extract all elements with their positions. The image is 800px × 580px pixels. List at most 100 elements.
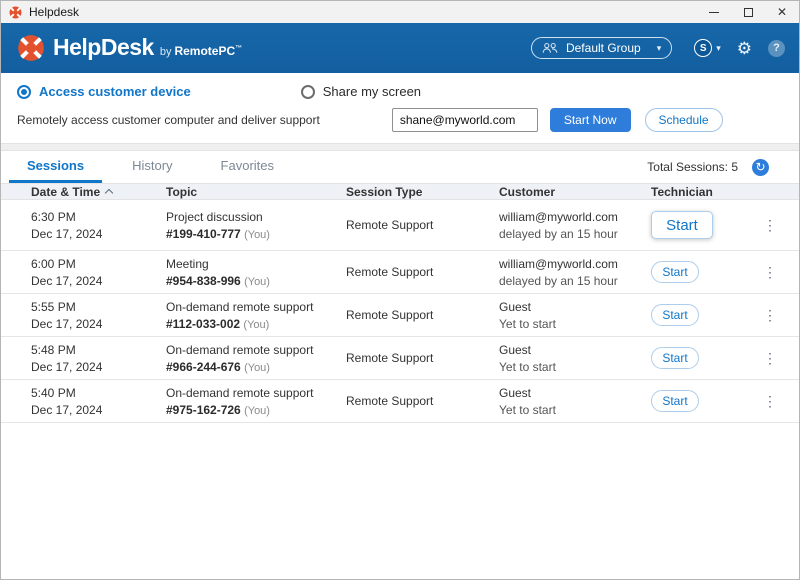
customer-status: Yet to start [499, 360, 651, 374]
start-session-button[interactable]: Start [651, 211, 713, 239]
share-screen-radio[interactable]: Share my screen [301, 84, 421, 99]
customer-name: Guest [499, 300, 651, 314]
customer-email-input[interactable] [392, 108, 538, 132]
cell-technician: Start [651, 304, 757, 326]
start-session-button[interactable]: Start [651, 390, 699, 412]
customer-status: delayed by an 15 hour [499, 227, 651, 241]
minimize-icon [709, 12, 719, 13]
cell-customer: william@myworld.com delayed by an 15 hou… [499, 257, 651, 288]
close-icon: ✕ [777, 6, 787, 18]
column-header-technician[interactable]: Technician [651, 185, 757, 199]
logo-by-text: by [160, 46, 172, 58]
start-session-button[interactable]: Start [651, 347, 699, 369]
row-menu-kebab-icon[interactable]: ⋮ [757, 215, 783, 235]
session-date: Dec 17, 2024 [31, 274, 166, 288]
access-customer-radio[interactable]: Access customer device [17, 84, 191, 99]
maximize-button[interactable] [731, 1, 765, 23]
column-header-topic[interactable]: Topic [166, 185, 346, 199]
user-menu[interactable]: S ▾ [694, 39, 721, 57]
session-owner: (You) [244, 362, 270, 374]
window-title: Helpdesk [29, 5, 79, 19]
customer-name: Guest [499, 343, 651, 357]
cell-topic: On-demand remote support #966-244-676 (Y… [166, 343, 346, 374]
session-owner: (You) [243, 319, 269, 331]
titlebar: Helpdesk ✕ [1, 1, 799, 23]
total-sessions-count: Total Sessions: 5 [647, 160, 738, 174]
table-row: 5:48 PM Dec 17, 2024 On-demand remote su… [1, 337, 799, 380]
cell-technician: Start [651, 347, 757, 369]
column-header-customer[interactable]: Customer [499, 185, 651, 199]
logo-lifebuoy-icon [17, 34, 45, 62]
app-window: Helpdesk ✕ HelpDesk by RemotePC™ [0, 0, 800, 580]
customer-status: Yet to start [499, 403, 651, 417]
group-people-icon [542, 42, 558, 54]
gear-icon[interactable]: ⚙ [737, 40, 752, 57]
session-date: Dec 17, 2024 [31, 317, 166, 331]
customer-name: william@myworld.com [499, 257, 651, 271]
cell-customer: william@myworld.com delayed by an 15 hou… [499, 210, 651, 241]
session-id: #954-838-996 [166, 274, 241, 288]
table-row: 6:00 PM Dec 17, 2024 Meeting #954-838-99… [1, 251, 799, 294]
cell-session-type: Remote Support [346, 218, 499, 232]
cell-menu: ⋮ [757, 217, 799, 234]
group-selector-label: Default Group [566, 41, 641, 55]
tab-sessions[interactable]: Sessions [9, 151, 102, 183]
cell-date-time: 6:30 PM Dec 17, 2024 [31, 210, 166, 241]
row-menu-kebab-icon[interactable]: ⋮ [757, 305, 783, 325]
row-menu-kebab-icon[interactable]: ⋮ [757, 348, 783, 368]
minimize-button[interactable] [697, 1, 731, 23]
logo-title: HelpDesk [53, 34, 154, 61]
sessions-table-body: 6:30 PM Dec 17, 2024 Project discussion … [1, 200, 799, 423]
cell-session-type: Remote Support [346, 308, 499, 322]
tab-favorites[interactable]: Favorites [203, 151, 292, 183]
cell-customer: Guest Yet to start [499, 343, 651, 374]
start-session-button[interactable]: Start [651, 261, 699, 283]
session-date: Dec 17, 2024 [31, 403, 166, 417]
customer-name: william@myworld.com [499, 210, 651, 224]
cell-menu: ⋮ [757, 393, 799, 410]
cell-menu: ⋮ [757, 264, 799, 281]
close-button[interactable]: ✕ [765, 1, 799, 23]
table-row: 5:55 PM Dec 17, 2024 On-demand remote su… [1, 294, 799, 337]
refresh-icon[interactable]: ↻ [752, 159, 769, 176]
cell-topic: On-demand remote support #975-162-726 (Y… [166, 386, 346, 417]
tab-history[interactable]: History [114, 151, 190, 183]
group-selector-dropdown[interactable]: Default Group ▾ [531, 37, 672, 59]
table-row: 5:40 PM Dec 17, 2024 On-demand remote su… [1, 380, 799, 423]
cell-menu: ⋮ [757, 350, 799, 367]
session-topic: On-demand remote support [166, 343, 346, 357]
access-hint-text: Remotely access customer computer and de… [17, 113, 320, 127]
cell-date-time: 5:40 PM Dec 17, 2024 [31, 386, 166, 417]
sort-asc-icon [106, 190, 113, 197]
schedule-button[interactable]: Schedule [645, 108, 723, 132]
cell-customer: Guest Yet to start [499, 386, 651, 417]
chevron-down-icon: ▾ [716, 43, 721, 54]
session-time: 6:30 PM [31, 210, 166, 224]
row-menu-kebab-icon[interactable]: ⋮ [757, 391, 783, 411]
customer-status: delayed by an 15 hour [499, 274, 651, 288]
radio-selected-icon [17, 85, 31, 99]
session-date: Dec 17, 2024 [31, 360, 166, 374]
help-icon[interactable]: ? [768, 40, 785, 57]
session-id: #112-033-002 [166, 317, 240, 331]
session-topic: On-demand remote support [166, 300, 346, 314]
cell-topic: Meeting #954-838-996 (You) [166, 257, 346, 288]
cell-technician: Start [651, 211, 757, 239]
app-logo: HelpDesk by RemotePC™ [17, 34, 242, 62]
access-customer-label: Access customer device [39, 84, 191, 99]
tabs-bar: Sessions History Favorites Total Session… [1, 151, 799, 183]
column-header-date-time[interactable]: Date & Time [31, 185, 166, 199]
column-header-session-type[interactable]: Session Type [346, 185, 499, 199]
cell-session-type: Remote Support [346, 394, 499, 408]
start-now-button[interactable]: Start Now [550, 108, 631, 132]
cell-menu: ⋮ [757, 307, 799, 324]
cell-session-type: Remote Support [346, 265, 499, 279]
radio-unselected-icon [301, 85, 315, 99]
table-header-row: Date & Time Topic Session Type Customer … [1, 183, 799, 200]
row-menu-kebab-icon[interactable]: ⋮ [757, 262, 783, 282]
session-date: Dec 17, 2024 [31, 227, 166, 241]
start-session-button[interactable]: Start [651, 304, 699, 326]
cell-date-time: 6:00 PM Dec 17, 2024 [31, 257, 166, 288]
share-screen-label: Share my screen [323, 84, 421, 99]
cell-customer: Guest Yet to start [499, 300, 651, 331]
